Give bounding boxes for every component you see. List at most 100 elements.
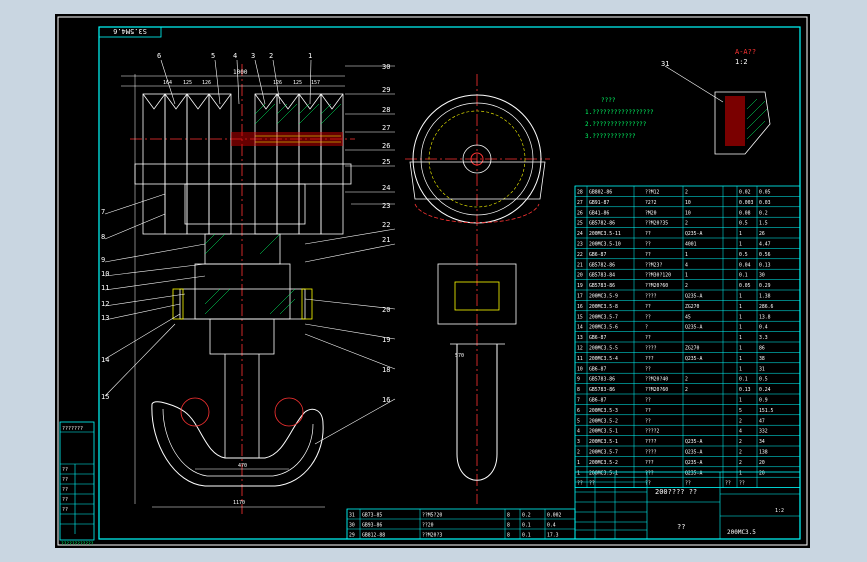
bom-cell: GB6-87: [589, 398, 606, 404]
callout-label: 1: [308, 52, 312, 60]
bom-cell: GB5782-86: [589, 221, 615, 227]
drawing-sheet: S3.5M4.6 ??????? ?? ?? ?? ?? ?? ????????…: [55, 14, 810, 548]
bom-cell: 2: [685, 377, 688, 383]
bom-cell: Q235-A: [685, 439, 702, 445]
bom-cell: 26: [759, 231, 765, 237]
bom-cell: ????: [645, 439, 657, 445]
bom-cell: 2: [685, 190, 688, 196]
small-table-cell: 31: [349, 512, 355, 518]
bom-cell: 86: [759, 346, 765, 352]
callout-label: 15: [101, 393, 109, 401]
bom-cell: 5: [577, 418, 580, 424]
callout-label: 13: [101, 314, 109, 322]
bom-cell: ??: [645, 366, 651, 372]
bom-cell: 332: [759, 429, 768, 435]
bom-cell: ??: [645, 398, 651, 404]
bom-cell: Q235-A: [685, 294, 702, 300]
callout-label: 24: [382, 184, 390, 192]
bom-cell: 0.56: [759, 252, 771, 258]
bom-cell: ????2: [645, 429, 660, 435]
bom-cell: 31: [759, 366, 765, 372]
bom-cell: 45: [685, 314, 691, 320]
tech-note-title: ????: [601, 97, 616, 104]
bom-header-cell: ??: [589, 481, 595, 487]
bom-cell: 286.6: [759, 304, 774, 310]
bom-cell: 38: [759, 356, 765, 362]
bom-cell: 8: [577, 387, 580, 393]
small-table-cell: ??20: [422, 522, 434, 528]
cad-drawing: S3.5M4.6 ??????? ?? ?? ?? ?? ?? ????????…: [57, 16, 808, 547]
section-view: A-A?? 1:2 31: [661, 48, 771, 155]
bom-cell: 23: [577, 242, 583, 248]
bom-cell: 17: [577, 294, 583, 300]
tech-notes: ???? 1.????????????????? 2.?????????????…: [585, 97, 654, 140]
bom-cell: ??: [645, 314, 651, 320]
bom-cell: 2: [739, 418, 742, 424]
bom-cell: 1: [739, 314, 742, 320]
bom-cell: 10: [685, 200, 691, 206]
bom-cell: 5: [739, 408, 742, 414]
bom-cell: ???: [645, 356, 654, 362]
callout-label: 18: [382, 366, 390, 374]
bom-cell: ??M20?40: [645, 377, 668, 383]
bom-cell: GB5783-86: [589, 387, 615, 393]
small-table-cell: ??M20?3: [422, 532, 442, 538]
callout-label: 20: [382, 306, 390, 314]
small-table-cell: 8: [507, 522, 510, 528]
bom-cell: 0.13: [739, 387, 751, 393]
callout-label: 6: [157, 52, 161, 60]
small-table-cell: 30: [349, 522, 355, 528]
bom-cell: 1: [739, 231, 742, 237]
dim-label: 157: [311, 80, 320, 86]
callout-label: 21: [382, 236, 390, 244]
bom-cell: GB41-86: [589, 210, 609, 216]
bom-cell: 200MC3.5-8: [589, 304, 618, 310]
bom-cell: 0.05: [759, 190, 771, 196]
bom-cell: 1: [739, 398, 742, 404]
bom-cell: 4: [685, 262, 688, 268]
section-title: A-A??: [735, 48, 756, 56]
bom-cell: 1: [739, 346, 742, 352]
bom-cell: 0.13: [759, 262, 771, 268]
small-table-cell: 29: [349, 532, 355, 538]
bom-cell: 200MC3.5-10: [589, 242, 621, 248]
small-table-cell: 0.2: [522, 512, 531, 518]
bom-cell: 24: [577, 231, 583, 237]
bom-cell: 30: [759, 273, 765, 279]
bom-cell: GB5783-84: [589, 273, 615, 279]
bom-cell: ????: [645, 294, 657, 300]
bom-cell: ??: [645, 335, 651, 341]
bom-cell: ?2?2: [645, 200, 657, 206]
small-table-cell: ??M5?20: [422, 512, 442, 518]
bom-cell: 200MC3.5-7: [589, 450, 618, 456]
title-tag: S3.5M4.6: [113, 27, 147, 35]
bom-cell: 2: [685, 283, 688, 289]
width-dim: 1170: [233, 500, 245, 506]
bom-cell: ???: [645, 460, 654, 466]
bom-cell: ???: [645, 470, 654, 476]
bom-cell: GB91-87: [589, 200, 609, 206]
bom-cell: 200MC3.5-11: [589, 231, 621, 237]
bom-cell: 12: [577, 346, 583, 352]
bom-cell: 200MC3.5-7: [589, 314, 618, 320]
bom-cell: ??M20?35: [645, 221, 668, 227]
bom-cell: GB6-87: [589, 335, 606, 341]
callout-label: 8: [101, 233, 105, 241]
callout-label: 11: [101, 284, 109, 292]
bom-cell: Q235-A: [685, 470, 702, 476]
mass-label: ??: [677, 523, 685, 531]
bom-cell: 0.5: [739, 252, 748, 258]
bom-header-cell: ??: [725, 481, 731, 487]
bom-cell: 1.38: [759, 294, 771, 300]
bom-cell: 0.5: [759, 377, 768, 383]
callout-label: 2: [269, 52, 273, 60]
bom-cell: 27: [577, 200, 583, 206]
front-view-callouts: 6 5 4 3 2 1 30 29 28 27 26 25 24 23 7 8 …: [101, 52, 396, 445]
bom-cell: 2: [685, 221, 688, 227]
bom-cell: 16: [577, 304, 583, 310]
bom-cell: Q235-A: [685, 231, 702, 237]
bom-cell: ??M20?60: [645, 283, 668, 289]
bom-cell: ZG270: [685, 304, 700, 310]
bom-header-cell: ??: [739, 481, 745, 487]
small-table-cell: 0.1: [522, 522, 531, 528]
